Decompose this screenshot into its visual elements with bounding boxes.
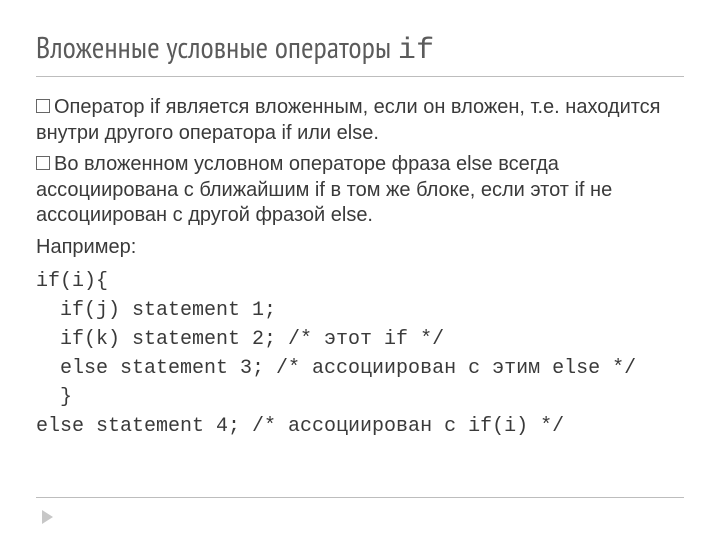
bullet-item: Оператор if является вложенным, если он … — [36, 95, 684, 146]
title-code: if — [398, 34, 434, 68]
slide: Вложенные условные операторы if Оператор… — [0, 0, 720, 540]
code-line: else statement 3; /* ассоциирован с этим… — [36, 357, 636, 380]
footer-divider — [36, 497, 684, 498]
bullet-text: Во вложенном условном операторе фраза el… — [36, 153, 612, 226]
code-line: else statement 4; /* ассоциирован с if(i… — [36, 415, 564, 438]
checkbox-icon — [36, 99, 50, 113]
bullet-text: Оператор if является вложенным, если он … — [36, 96, 661, 144]
example-label: Например: — [36, 235, 684, 261]
title-divider — [36, 76, 684, 77]
code-line: if(k) statement 2; /* этот if */ — [36, 328, 444, 351]
bullet-item: Во вложенном условном операторе фраза el… — [36, 152, 684, 229]
slide-title: Вложенные условные операторы if — [36, 28, 684, 68]
code-block: if(i){ if(j) statement 1; if(k) statemen… — [36, 267, 684, 441]
code-line: if(i){ — [36, 270, 108, 293]
play-icon — [42, 510, 53, 524]
code-line: } — [36, 386, 72, 409]
code-line: if(j) statement 1; — [36, 299, 276, 322]
content-area: Оператор if является вложенным, если он … — [36, 95, 684, 441]
checkbox-icon — [36, 156, 50, 170]
title-text: Вложенные условные операторы — [36, 28, 398, 67]
